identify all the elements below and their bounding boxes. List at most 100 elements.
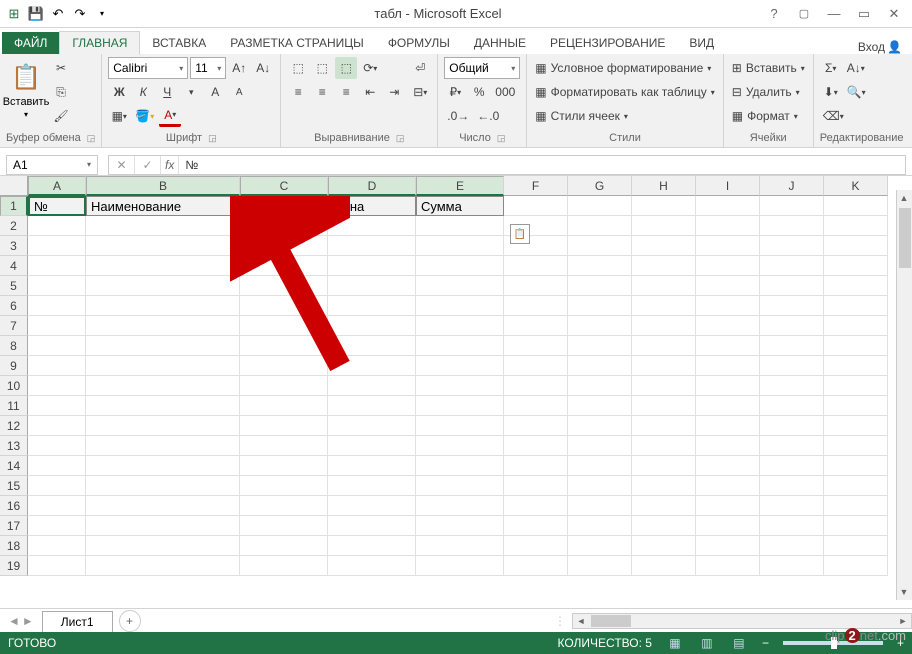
cell[interactable] [240, 436, 328, 456]
cell[interactable] [86, 236, 240, 256]
qat-dropdown-icon[interactable]: ▾ [92, 4, 112, 24]
cell[interactable] [696, 516, 760, 536]
cell[interactable] [760, 456, 824, 476]
horizontal-scrollbar[interactable]: ◄ ► [572, 613, 912, 629]
fill-color-button[interactable]: 🪣▾ [132, 105, 157, 127]
enter-icon[interactable]: ✓ [135, 156, 161, 174]
cell[interactable] [416, 296, 504, 316]
cell[interactable] [416, 356, 504, 376]
cell[interactable] [240, 476, 328, 496]
cell[interactable] [504, 456, 568, 476]
cell[interactable]: Цена [328, 196, 416, 216]
decrease-font-icon[interactable]: A↓ [252, 57, 274, 79]
cell[interactable] [328, 256, 416, 276]
cell[interactable] [824, 516, 888, 536]
cell[interactable] [760, 496, 824, 516]
cell[interactable] [416, 316, 504, 336]
scroll-down-icon[interactable]: ▼ [897, 584, 911, 600]
align-top-icon[interactable]: ⬚ [287, 57, 309, 79]
row-header[interactable]: 15 [0, 476, 28, 496]
font-color-button[interactable]: A▾ [159, 105, 181, 127]
cell[interactable] [86, 316, 240, 336]
row-header[interactable]: 12 [0, 416, 28, 436]
redo-icon[interactable]: ↷ [70, 4, 90, 24]
cell[interactable] [824, 356, 888, 376]
cell[interactable] [760, 536, 824, 556]
row-header[interactable]: 3 [0, 236, 28, 256]
excel-icon[interactable]: ⊞ [4, 4, 24, 24]
cell[interactable] [824, 556, 888, 576]
column-header[interactable]: F [504, 176, 568, 196]
cell[interactable] [696, 356, 760, 376]
view-normal-icon[interactable]: ▦ [666, 635, 684, 651]
cell[interactable] [86, 376, 240, 396]
tab-insert[interactable]: ВСТАВКА [140, 32, 218, 54]
cell[interactable] [504, 336, 568, 356]
cell[interactable] [760, 416, 824, 436]
cell[interactable] [568, 356, 632, 376]
cell[interactable] [240, 356, 328, 376]
cell[interactable] [416, 556, 504, 576]
cell[interactable] [504, 516, 568, 536]
cell[interactable] [328, 536, 416, 556]
cell[interactable] [696, 396, 760, 416]
sort-filter-button[interactable]: A↓▾ [844, 57, 868, 79]
row-header[interactable]: 14 [0, 456, 28, 476]
ribbon-collapse-icon[interactable]: ▢ [790, 4, 818, 24]
cell[interactable] [632, 356, 696, 376]
cell[interactable] [824, 436, 888, 456]
cell[interactable] [28, 416, 86, 436]
cell[interactable] [568, 276, 632, 296]
cell[interactable] [760, 436, 824, 456]
italic-button[interactable]: К [132, 81, 154, 103]
sign-in[interactable]: Вход👤 [858, 40, 912, 54]
launcher-icon[interactable]: ◲ [497, 133, 506, 144]
cell[interactable]: Сумма [416, 196, 504, 216]
cell[interactable] [240, 456, 328, 476]
cell[interactable] [760, 476, 824, 496]
cell[interactable] [504, 356, 568, 376]
column-header[interactable]: A [28, 176, 86, 196]
tab-data[interactable]: ДАННЫЕ [462, 32, 538, 54]
cell[interactable] [328, 396, 416, 416]
cell[interactable] [416, 276, 504, 296]
row-header[interactable]: 13 [0, 436, 28, 456]
cell[interactable] [240, 276, 328, 296]
cell[interactable] [504, 256, 568, 276]
cell[interactable] [240, 556, 328, 576]
cell[interactable] [28, 376, 86, 396]
cell[interactable] [504, 296, 568, 316]
font-family-select[interactable]: Calibri▾ [108, 57, 188, 79]
cell[interactable] [28, 336, 86, 356]
cell[interactable] [632, 476, 696, 496]
cell[interactable] [696, 276, 760, 296]
format-cells-button[interactable]: ▦ Формат ▾ [730, 105, 807, 127]
cell[interactable] [328, 476, 416, 496]
cell[interactable] [28, 356, 86, 376]
cell[interactable] [416, 216, 504, 236]
cell[interactable] [824, 476, 888, 496]
tab-file[interactable]: ФАЙЛ [2, 32, 59, 54]
cell[interactable] [416, 536, 504, 556]
cell[interactable] [28, 496, 86, 516]
cell[interactable] [760, 196, 824, 216]
row-header[interactable]: 8 [0, 336, 28, 356]
autosum-button[interactable]: Σ▾ [820, 57, 842, 79]
cell[interactable] [632, 536, 696, 556]
cell[interactable] [504, 196, 568, 216]
sheet-nav-prev-icon[interactable]: ◄ [8, 614, 20, 628]
cell[interactable] [86, 336, 240, 356]
view-pagelayout-icon[interactable]: ▥ [698, 635, 716, 651]
cell[interactable] [504, 496, 568, 516]
cell[interactable] [760, 356, 824, 376]
cell[interactable] [504, 556, 568, 576]
cell[interactable] [696, 556, 760, 576]
row-header[interactable]: 9 [0, 356, 28, 376]
currency-button[interactable]: ₽▾ [444, 81, 466, 103]
cell[interactable] [240, 336, 328, 356]
cell[interactable] [86, 256, 240, 276]
tab-formulas[interactable]: ФОРМУЛЫ [376, 32, 462, 54]
column-header[interactable]: C [240, 176, 328, 196]
align-center-icon[interactable]: ≡ [311, 81, 333, 103]
cell[interactable] [328, 296, 416, 316]
